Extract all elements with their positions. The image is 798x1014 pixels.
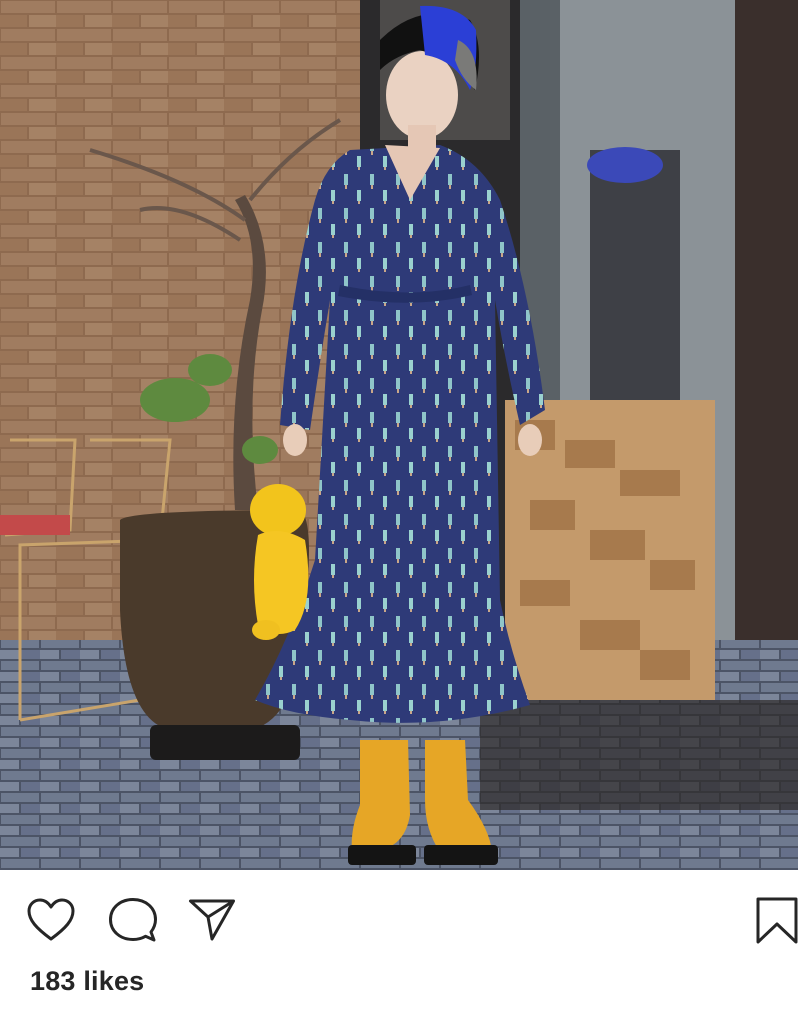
heart-icon [27, 898, 75, 941]
save-button[interactable] [756, 897, 798, 945]
comment-icon [109, 898, 157, 942]
post-action-bar [0, 870, 798, 970]
share-button[interactable] [188, 898, 236, 942]
send-icon [189, 899, 235, 941]
comment-button[interactable] [108, 897, 158, 945]
bookmark-icon [756, 897, 798, 944]
photo-illustration [0, 0, 798, 870]
post-photo[interactable] [0, 0, 798, 870]
like-button[interactable] [26, 898, 76, 942]
likes-count[interactable]: 183 likes [30, 966, 144, 997]
